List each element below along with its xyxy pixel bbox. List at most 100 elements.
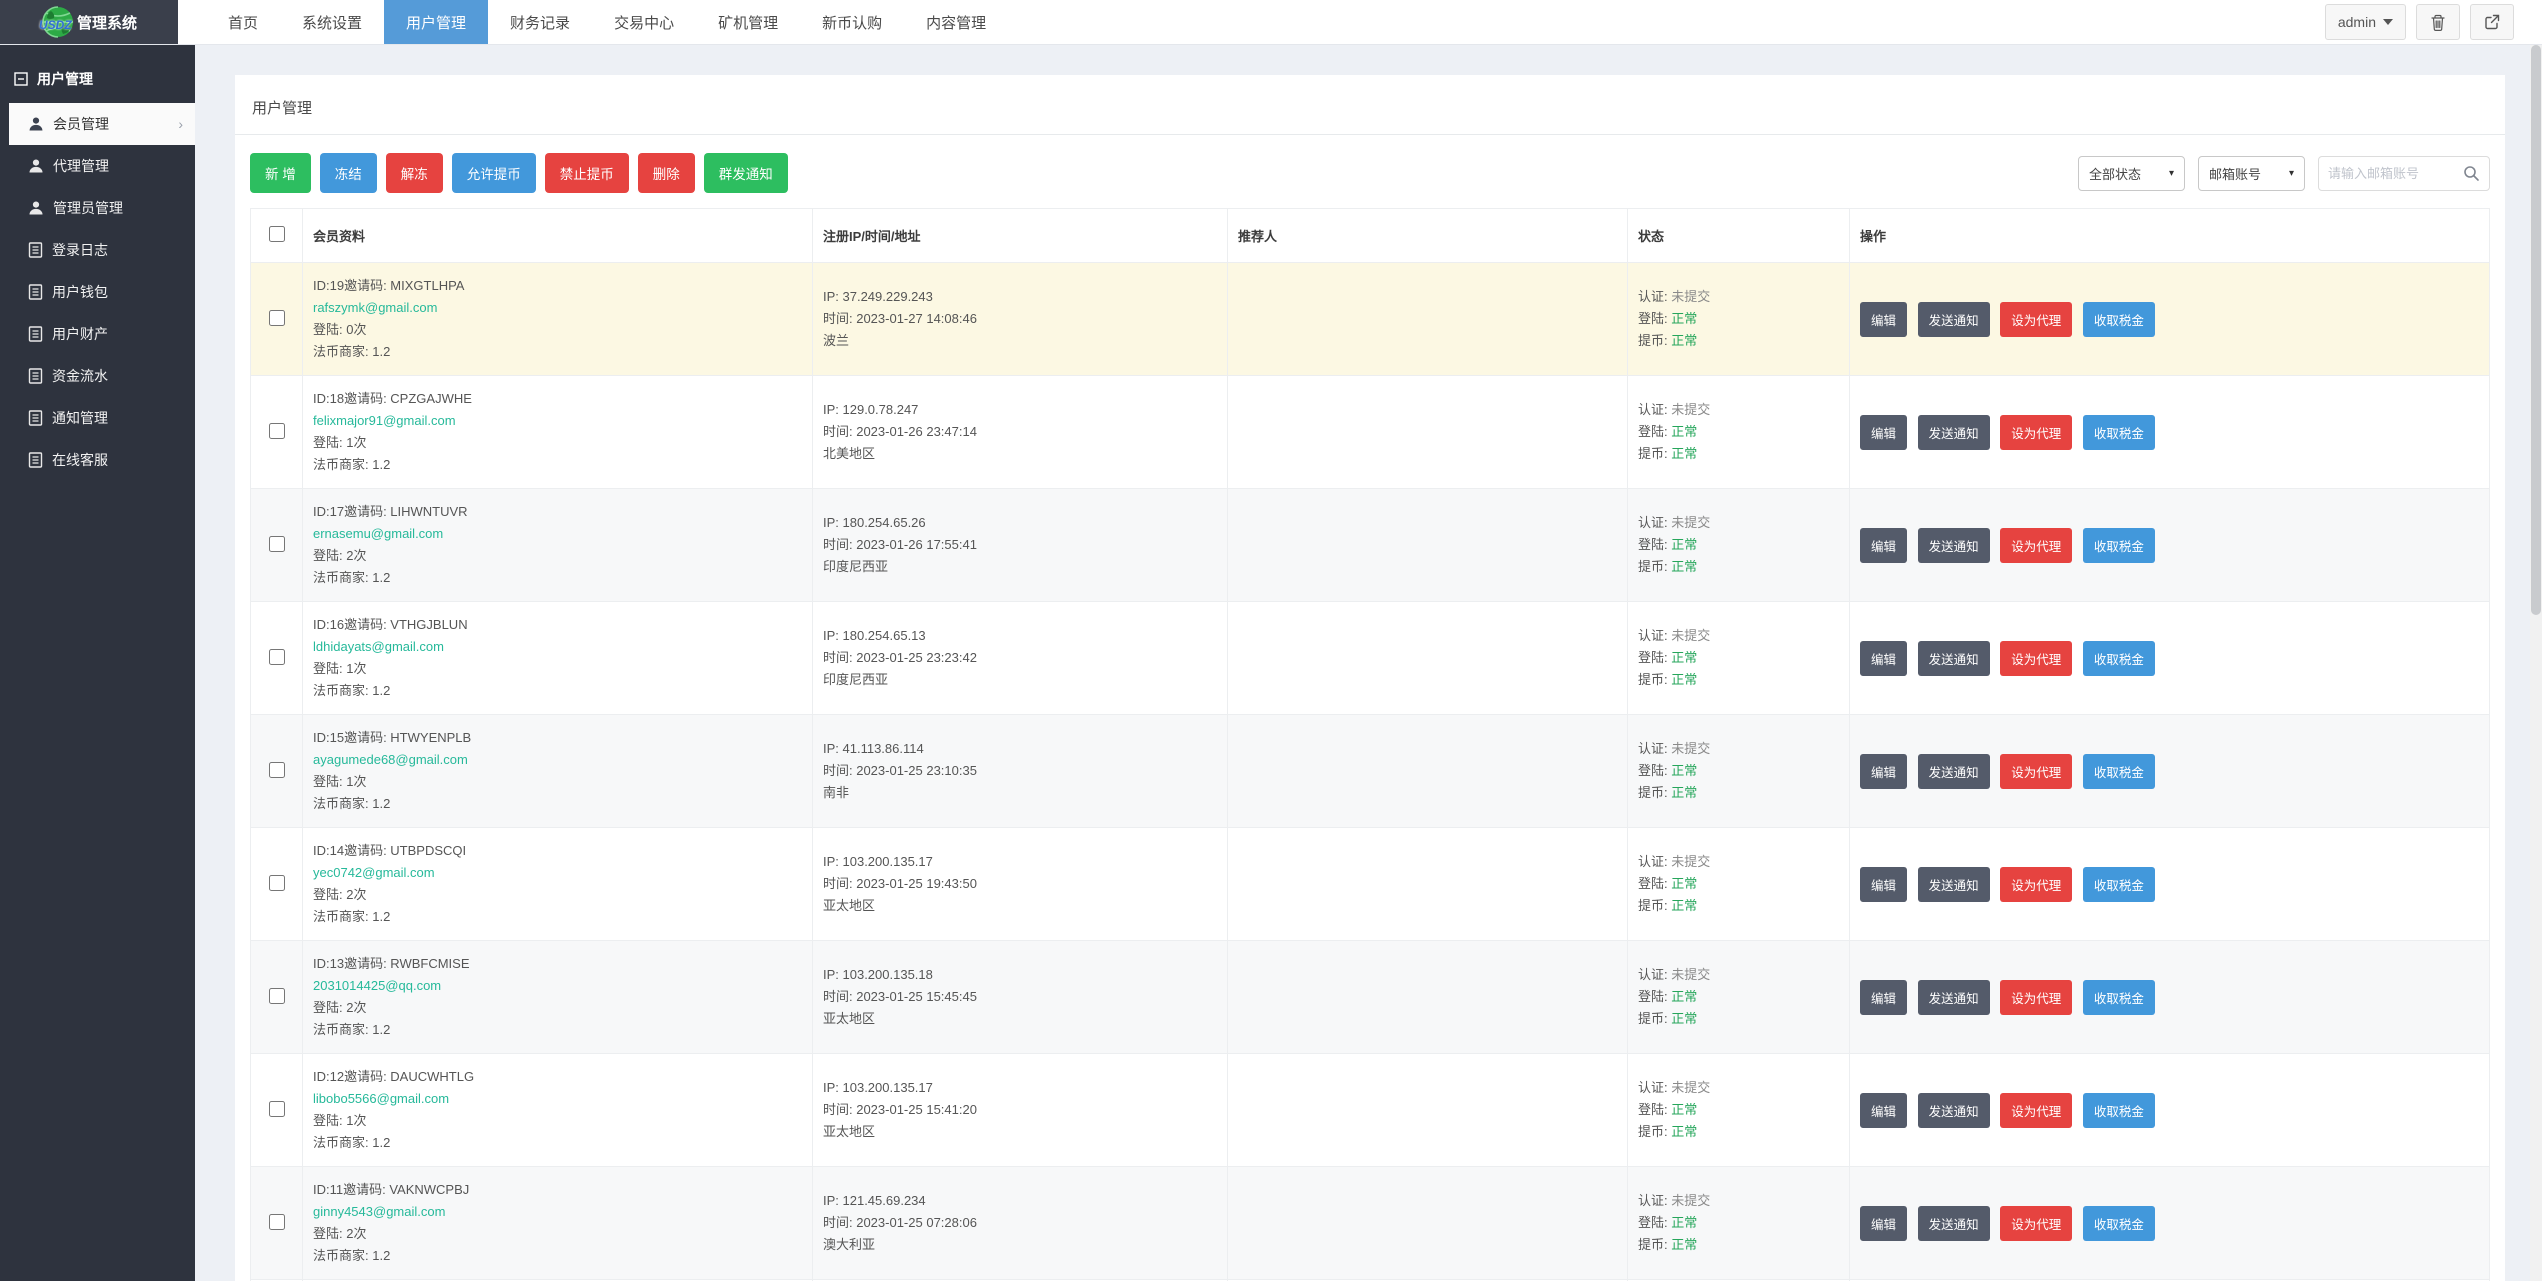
sidebar-item-fund-flow[interactable]: 资金流水 — [0, 355, 195, 397]
collect-tax-button[interactable]: 收取税金 — [2083, 302, 2155, 337]
collect-tax-button[interactable]: 收取税金 — [2083, 867, 2155, 902]
member-email-link[interactable]: ernasemu@gmail.com — [313, 523, 802, 545]
set-agent-button[interactable]: 设为代理 — [2000, 641, 2072, 676]
row-checkbox[interactable] — [269, 1214, 285, 1230]
row-checkbox[interactable] — [269, 875, 285, 891]
status-auth-value: 未提交 — [1671, 741, 1710, 756]
member-email-link[interactable]: ginny4543@gmail.com — [313, 1201, 802, 1223]
send-notice-button[interactable]: 发送通知 — [1918, 1093, 1990, 1128]
delete-button[interactable]: 删除 — [638, 153, 695, 193]
allow-withdraw-button[interactable]: 允许提币 — [452, 153, 536, 193]
collect-tax-button[interactable]: 收取税金 — [2083, 754, 2155, 789]
edit-button[interactable]: 编辑 — [1860, 754, 1907, 789]
collect-tax-button[interactable]: 收取税金 — [2083, 415, 2155, 450]
nav-item-content-management[interactable]: 内容管理 — [904, 0, 1008, 44]
collect-tax-button[interactable]: 收取税金 — [2083, 528, 2155, 563]
row-checkbox[interactable] — [269, 762, 285, 778]
nav-item-miner-management[interactable]: 矿机管理 — [696, 0, 800, 44]
set-agent-button[interactable]: 设为代理 — [2000, 415, 2072, 450]
set-agent-button[interactable]: 设为代理 — [2000, 302, 2072, 337]
select-all-checkbox[interactable] — [269, 226, 285, 242]
member-email-link[interactable]: rafszymk@gmail.com — [313, 297, 802, 319]
edit-button[interactable]: 编辑 — [1860, 415, 1907, 450]
collect-tax-button[interactable]: 收取税金 — [2083, 980, 2155, 1015]
nav-item-system-settings[interactable]: 系统设置 — [280, 0, 384, 44]
forbid-withdraw-button[interactable]: 禁止提币 — [545, 153, 629, 193]
edit-button[interactable]: 编辑 — [1860, 641, 1907, 676]
edit-button[interactable]: 编辑 — [1860, 528, 1907, 563]
row-checkbox[interactable] — [269, 649, 285, 665]
nav-item-trade-center[interactable]: 交易中心 — [592, 0, 696, 44]
trash-button[interactable] — [2416, 4, 2460, 40]
sidebar-item-member-management[interactable]: 会员管理 › — [9, 103, 195, 145]
logout-button[interactable] — [2470, 4, 2514, 40]
send-notice-button[interactable]: 发送通知 — [1918, 867, 1990, 902]
row-checkbox[interactable] — [269, 310, 285, 326]
edit-button[interactable]: 编辑 — [1860, 302, 1907, 337]
sidebar-item-user-assets[interactable]: 用户财产 — [0, 313, 195, 355]
row-checkbox[interactable] — [269, 1101, 285, 1117]
set-agent-button[interactable]: 设为代理 — [2000, 980, 2072, 1015]
add-button[interactable]: 新 增 — [250, 153, 311, 193]
sidebar-item-user-wallet[interactable]: 用户钱包 — [0, 271, 195, 313]
row-checkbox[interactable] — [269, 988, 285, 1004]
send-notice-button[interactable]: 发送通知 — [1918, 754, 1990, 789]
status-login-value: 正常 — [1671, 876, 1697, 891]
member-email-link[interactable]: 2031014425@qq.com — [313, 975, 802, 997]
row-checkbox[interactable] — [269, 536, 285, 552]
sidebar-item-online-service[interactable]: 在线客服 — [0, 439, 195, 481]
send-notice-button[interactable]: 发送通知 — [1918, 528, 1990, 563]
admin-dropdown[interactable]: admin — [2325, 4, 2406, 40]
sidebar-item-agent-management[interactable]: 代理管理 — [0, 145, 195, 187]
sidebar-section-header[interactable]: 用户管理 — [0, 59, 195, 103]
scrollbar-thumb[interactable] — [2531, 45, 2541, 615]
edit-button[interactable]: 编辑 — [1860, 1093, 1907, 1128]
column-header-referrer: 推荐人 — [1228, 209, 1628, 263]
member-id-line: ID:12邀请码: DAUCWHTLG — [313, 1066, 802, 1088]
set-agent-button[interactable]: 设为代理 — [2000, 754, 2072, 789]
collect-tax-button[interactable]: 收取税金 — [2083, 1093, 2155, 1128]
search-input[interactable] — [2328, 166, 2463, 181]
member-email-link[interactable]: ldhidayats@gmail.com — [313, 636, 802, 658]
status-auth-label: 认证: — [1638, 515, 1668, 530]
nav-item-user-management[interactable]: 用户管理 — [384, 0, 488, 44]
edit-button[interactable]: 编辑 — [1860, 980, 1907, 1015]
row-checkbox[interactable] — [269, 423, 285, 439]
send-notice-button[interactable]: 发送通知 — [1918, 1206, 1990, 1241]
sidebar-item-admin-management[interactable]: 管理员管理 — [0, 187, 195, 229]
broadcast-notice-button[interactable]: 群发通知 — [704, 153, 788, 193]
set-agent-button[interactable]: 设为代理 — [2000, 1206, 2072, 1241]
field-filter-select[interactable]: 邮箱账号 ▾ — [2198, 156, 2305, 191]
search-icon[interactable] — [2463, 165, 2480, 182]
edit-button[interactable]: 编辑 — [1860, 1206, 1907, 1241]
top-right-controls: admin — [2325, 0, 2514, 44]
register-region: 亚太地区 — [823, 1121, 1217, 1143]
unfreeze-button[interactable]: 解冻 — [386, 153, 443, 193]
collect-tax-button[interactable]: 收取税金 — [2083, 1206, 2155, 1241]
nav-item-finance-records[interactable]: 财务记录 — [488, 0, 592, 44]
member-email-link[interactable]: libobo5566@gmail.com — [313, 1088, 802, 1110]
page-scrollbar[interactable] — [2530, 0, 2542, 1281]
status-login-label: 登陆: — [1638, 537, 1668, 552]
sidebar-item-login-log[interactable]: 登录日志 — [0, 229, 195, 271]
member-login-count: 登陆: 1次 — [313, 658, 802, 680]
collect-tax-button[interactable]: 收取税金 — [2083, 641, 2155, 676]
member-email-link[interactable]: ayagumede68@gmail.com — [313, 749, 802, 771]
register-time: 时间: 2023-01-25 23:10:35 — [823, 760, 1217, 782]
nav-item-new-coin[interactable]: 新币认购 — [800, 0, 904, 44]
sidebar-item-notice-management[interactable]: 通知管理 — [0, 397, 195, 439]
send-notice-button[interactable]: 发送通知 — [1918, 415, 1990, 450]
member-email-link[interactable]: felixmajor91@gmail.com — [313, 410, 802, 432]
edit-button[interactable]: 编辑 — [1860, 867, 1907, 902]
member-email-link[interactable]: yec0742@gmail.com — [313, 862, 802, 884]
send-notice-button[interactable]: 发送通知 — [1918, 980, 1990, 1015]
send-notice-button[interactable]: 发送通知 — [1918, 641, 1990, 676]
set-agent-button[interactable]: 设为代理 — [2000, 528, 2072, 563]
status-filter-select[interactable]: 全部状态 ▾ — [2078, 156, 2185, 191]
set-agent-button[interactable]: 设为代理 — [2000, 1093, 2072, 1128]
nav-item-home[interactable]: 首页 — [206, 0, 280, 44]
freeze-button[interactable]: 冻结 — [320, 153, 377, 193]
set-agent-button[interactable]: 设为代理 — [2000, 867, 2072, 902]
send-notice-button[interactable]: 发送通知 — [1918, 302, 1990, 337]
main-content: 用户管理 新 增 冻结 解冻 允许提币 禁止提币 删除 群发通知 全部状态 ▾ … — [195, 45, 2542, 1281]
